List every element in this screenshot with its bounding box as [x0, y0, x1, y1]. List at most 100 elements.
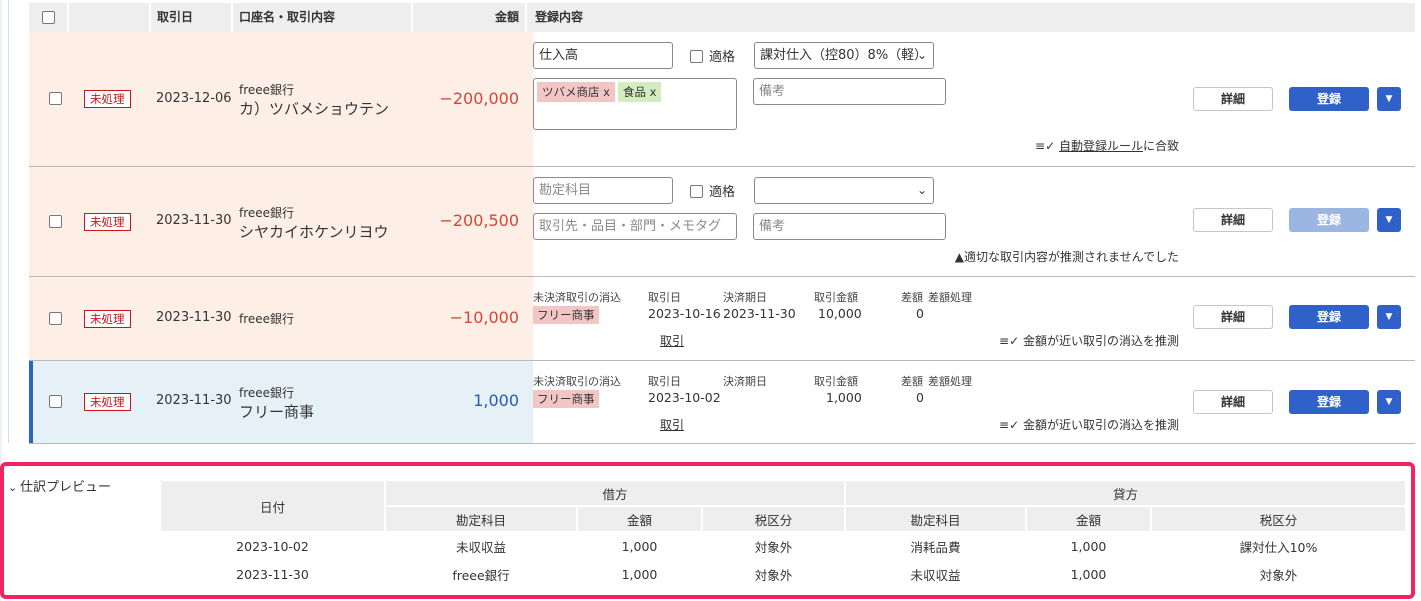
- label-due-date: 決済期日: [723, 375, 767, 388]
- registration-header: 登録内容: [535, 10, 584, 24]
- register-button[interactable]: 登録: [1289, 208, 1369, 232]
- detail-button[interactable]: 詳細: [1193, 390, 1273, 414]
- label-diff: 差額: [901, 291, 923, 304]
- register-menu-button[interactable]: ▼: [1377, 87, 1401, 111]
- bank-name: freee銀行: [239, 312, 295, 326]
- journal-preview-panel: ⌄ 仕訳プレビュー 日付 借方 貸方 勘定科目 金額 税区分 勘定科目 金額 税区…: [0, 462, 1415, 599]
- partner-chip: フリー商事: [533, 390, 599, 408]
- register-menu-button[interactable]: ▼: [1377, 208, 1401, 232]
- table-row: 未処理 2023-11-30 freee銀行 フリー商事 1,000 未決済取引…: [29, 361, 1415, 444]
- debit-account: freee銀行: [452, 567, 510, 583]
- table-row: 未処理 2023-11-30 freee銀行 −10,000 未決済取引の消込 …: [29, 277, 1415, 361]
- transaction-date: 2023-12-06: [156, 91, 232, 106]
- tekikaku-checkbox[interactable]: 適格: [690, 46, 735, 65]
- debit-tax: 対象外: [754, 540, 793, 555]
- debit-account: 未収収益: [455, 540, 506, 555]
- bank-name: freee銀行: [239, 386, 295, 400]
- credit-account: 消耗品費: [910, 540, 961, 555]
- date-column-header: 日付: [159, 479, 386, 533]
- transaction-amount: 1,000: [473, 391, 519, 410]
- transaction-amount: −200,000: [439, 89, 519, 108]
- date-header: 取引日: [151, 3, 233, 32]
- trade-amount-value: 1,000: [826, 390, 862, 405]
- row-checkbox[interactable]: [49, 91, 62, 106]
- row-checkbox[interactable]: [49, 214, 62, 229]
- trade-date-value: 2023-10-16: [648, 306, 721, 321]
- label-due-date: 決済期日: [723, 291, 767, 304]
- warning-icon: ▲: [954, 250, 964, 264]
- chevron-down-icon: ⌄: [8, 481, 18, 494]
- register-button[interactable]: 登録: [1289, 87, 1369, 111]
- caret-down-icon: ▼: [1385, 397, 1393, 407]
- detail-button[interactable]: 詳細: [1193, 208, 1273, 232]
- register-menu-button[interactable]: ▼: [1377, 305, 1401, 329]
- credit-account: 未収収益: [910, 567, 961, 583]
- tekikaku-checkbox[interactable]: 適格: [690, 181, 735, 200]
- status-badge: 未処理: [84, 310, 131, 328]
- detail-button[interactable]: 詳細: [1193, 87, 1273, 111]
- rule-icon: ≡✓: [1035, 139, 1059, 153]
- transaction-description: フリー商事: [239, 403, 315, 421]
- detail-button[interactable]: 詳細: [1193, 305, 1273, 329]
- line-date: 2023-10-02: [236, 539, 309, 554]
- account-header: 口座名・取引内容: [233, 3, 413, 32]
- rule-icon: ≡✓: [999, 334, 1023, 348]
- match-guess-note: ≡✓ 金額が近い取引の消込を推測: [999, 334, 1179, 348]
- line-date: 2023-11-30: [236, 566, 309, 582]
- tag-chip[interactable]: 食品 x: [617, 82, 662, 102]
- label-trade-date: 取引日: [648, 291, 681, 304]
- debit-amount-header: 金額: [576, 505, 703, 533]
- label-diff-handling: 差額処理: [928, 375, 972, 388]
- no-guess-note: ▲適切な取引内容が推測されませんでした: [954, 250, 1179, 264]
- rule-icon: ≡✓: [999, 418, 1023, 432]
- select-all-checkbox[interactable]: [41, 11, 55, 24]
- credit-header: 貸方: [844, 479, 1407, 507]
- register-button[interactable]: 登録: [1289, 390, 1369, 414]
- table-row: 未処理 2023-11-30 freee銀行 シヤカイホケンリヨウ −200,5…: [29, 167, 1415, 277]
- journal-preview-toggle[interactable]: ⌄ 仕訳プレビュー: [8, 476, 111, 495]
- row-checkbox[interactable]: [49, 311, 62, 326]
- transaction-list: 取引日 口座名・取引内容 金額 登録内容 未処理 2023-12-06 free…: [8, 0, 1415, 444]
- memo-field[interactable]: 備考: [753, 78, 946, 105]
- account-field[interactable]: 仕入高: [533, 42, 673, 69]
- debit-amount: 1,000: [621, 566, 658, 582]
- label-unsettled: 未決済取引の消込: [533, 291, 621, 304]
- rule-match-note: ≡✓ 自動登録ルールに合致: [1035, 139, 1179, 153]
- debit-header: 借方: [384, 479, 846, 507]
- transaction-description: シヤカイホケンリヨウ: [239, 223, 389, 241]
- selected-row-indicator: [29, 361, 33, 443]
- debit-tax: 対象外: [754, 567, 793, 583]
- account-field[interactable]: 勘定科目: [533, 177, 673, 204]
- memo-field[interactable]: 備考: [753, 213, 946, 240]
- trade-amount-value: 10,000: [818, 306, 862, 321]
- credit-tax: 課対仕入10%: [1239, 540, 1318, 555]
- select-all-cell: [29, 3, 69, 32]
- journal-line: 2023-11-30 freee銀行 1,000 対象外 未収収益 1,000 …: [160, 560, 1406, 588]
- tax-select[interactable]: 課対仕入（控80）8%（軽） ⌄: [754, 42, 934, 69]
- chevron-down-icon: ⌄: [916, 183, 927, 197]
- journal-line: 2023-10-02 未収収益 1,000 対象外 消耗品費 1,000 課対仕…: [160, 532, 1406, 560]
- status-badge: 未処理: [84, 213, 131, 231]
- tag-chip[interactable]: ツバメ商店 x: [537, 82, 615, 102]
- trade-link[interactable]: 取引: [660, 332, 684, 349]
- status-badge: 未処理: [84, 90, 131, 108]
- register-button[interactable]: 登録: [1289, 305, 1369, 329]
- status-badge: 未処理: [84, 393, 131, 411]
- auto-rule-link[interactable]: 自動登録ルール: [1059, 139, 1143, 153]
- tax-select[interactable]: ⌄: [754, 177, 934, 204]
- tags-field[interactable]: ツバメ商店 x 食品 x: [533, 78, 737, 130]
- journal-preview-table: 日付 借方 貸方 勘定科目 金額 税区分 勘定科目 金額 税区分 2023-10…: [159, 479, 1407, 588]
- debit-account-header: 勘定科目: [384, 505, 578, 533]
- debit-amount: 1,000: [621, 539, 658, 554]
- transaction-description: カ）ツバメショウテン: [239, 100, 390, 118]
- partner-field[interactable]: 取引先・品目・部門・メモタグ: [533, 213, 737, 240]
- caret-down-icon: ▼: [1385, 94, 1393, 104]
- label-unsettled: 未決済取引の消込: [533, 375, 621, 388]
- row-checkbox[interactable]: [49, 394, 62, 409]
- debit-tax-header: 税区分: [701, 505, 846, 533]
- trade-link[interactable]: 取引: [660, 416, 684, 433]
- label-diff: 差額: [901, 375, 923, 388]
- transaction-amount: −200,500: [439, 211, 519, 230]
- register-menu-button[interactable]: ▼: [1377, 390, 1401, 414]
- label-trade-date: 取引日: [648, 375, 681, 388]
